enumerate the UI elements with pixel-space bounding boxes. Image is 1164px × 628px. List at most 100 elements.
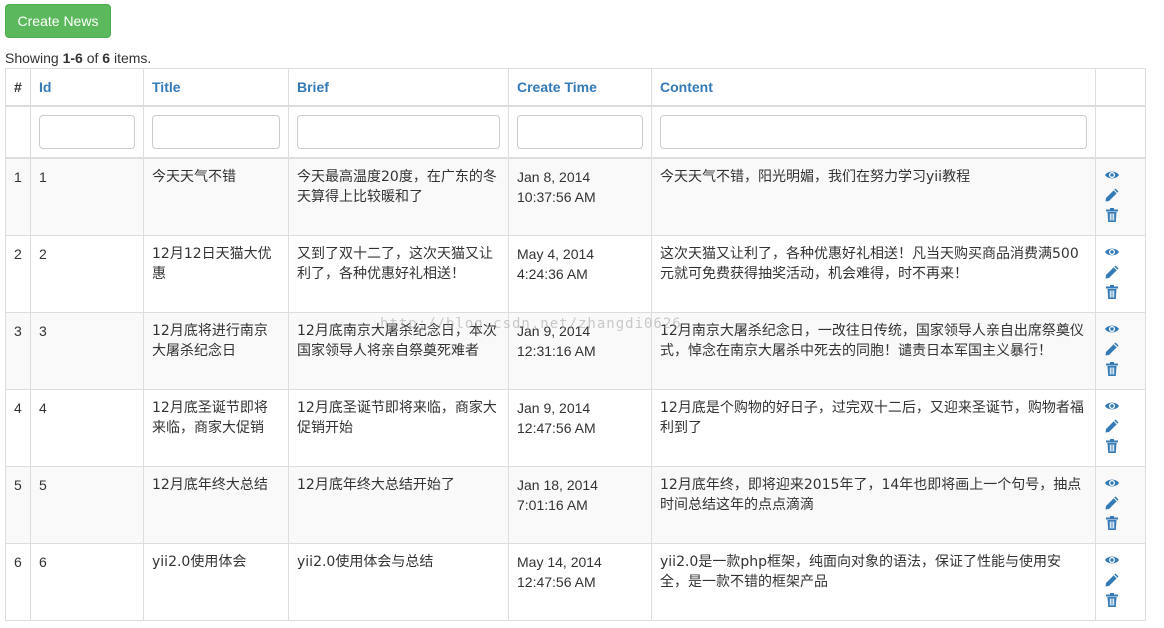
eye-icon	[1104, 398, 1120, 414]
view-button[interactable]	[1104, 244, 1120, 260]
create-date: Jan 9, 2014	[517, 400, 591, 416]
view-button[interactable]	[1104, 475, 1120, 491]
filter-id-input[interactable]	[39, 115, 135, 149]
cell-actions	[1095, 389, 1146, 467]
cell-title: 12月底圣诞节即将来临，商家大促销	[143, 389, 289, 467]
delete-button[interactable]	[1104, 207, 1120, 223]
trash-icon	[1104, 438, 1120, 454]
view-button[interactable]	[1104, 552, 1120, 568]
create-date: Jan 18, 2014	[517, 477, 598, 493]
column-header-actions	[1095, 68, 1146, 107]
cell-actions	[1095, 466, 1146, 544]
view-button[interactable]	[1104, 398, 1120, 414]
update-button[interactable]	[1104, 495, 1120, 511]
filter-brief-input[interactable]	[297, 115, 500, 149]
sort-link-title[interactable]: Title	[152, 79, 181, 95]
cell-title: 今天天气不错	[143, 157, 289, 236]
filter-create-time-input[interactable]	[517, 115, 643, 149]
table-row: 4 4 12月底圣诞节即将来临，商家大促销 12月底圣诞节即将来临，商家大促销开始 Ja…	[5, 389, 1146, 467]
cell-id: 5	[30, 466, 144, 544]
create-news-button[interactable]: Create News	[5, 4, 111, 38]
cell-brief: 又到了双十二了，这次天猫又让利了，各种优惠好礼相送！	[288, 235, 509, 313]
pencil-icon	[1104, 418, 1120, 434]
update-button[interactable]	[1104, 264, 1120, 280]
cell-id: 1	[30, 157, 144, 236]
create-date: May 14, 2014	[517, 554, 602, 570]
delete-button[interactable]	[1104, 284, 1120, 300]
cell-content: yii2.0是一款php框架，纯面向对象的语法，保证了性能与使用安全，是一款不错…	[651, 543, 1096, 621]
cell-serial: 6	[5, 543, 31, 621]
create-date: Jan 8, 2014	[517, 169, 591, 185]
cell-brief: 今天最高温度20度，在广东的冬天算得上比较暖和了	[288, 157, 509, 236]
column-header-id: Id	[30, 68, 144, 107]
cell-brief: 12月底年终大总结开始了	[288, 466, 509, 544]
cell-serial: 4	[5, 389, 31, 467]
summary-range: 1-6	[62, 50, 83, 66]
sort-link-brief[interactable]: Brief	[297, 79, 329, 95]
eye-icon	[1104, 475, 1120, 491]
cell-title: 12月底年终大总结	[143, 466, 289, 544]
sort-link-content[interactable]: Content	[660, 79, 713, 95]
cell-id: 6	[30, 543, 144, 621]
pencil-icon	[1104, 264, 1120, 280]
grid-body: 1 1 今天天气不错 今天最高温度20度，在广东的冬天算得上比较暖和了 Jan 8, 2…	[5, 157, 1146, 621]
table-row: 3 3 12月底将进行南京大屠杀纪念日 12月底南京大屠杀纪念日，本次国家领导人将亲自…	[5, 312, 1146, 390]
filter-cell-id	[30, 105, 144, 159]
column-header-create-time: Create Time	[508, 68, 652, 107]
header-row: # Id Title Brief Create Time Content	[5, 68, 1146, 107]
summary-total: 6	[102, 50, 111, 66]
update-button[interactable]	[1104, 418, 1120, 434]
delete-button[interactable]	[1104, 361, 1120, 377]
pencil-icon	[1104, 341, 1120, 357]
column-header-brief: Brief	[288, 68, 509, 107]
delete-button[interactable]	[1104, 515, 1120, 531]
filter-title-input[interactable]	[152, 115, 280, 149]
cell-title: 12月12日天猫大优惠	[143, 235, 289, 313]
cell-id: 2	[30, 235, 144, 313]
create-date: May 4, 2014	[517, 246, 595, 262]
pencil-icon	[1104, 495, 1120, 511]
cell-content: 12月南京大屠杀纪念日，一改往日传统，国家领导人亲自出席祭奠仪式，悼念在南京大屠…	[651, 312, 1096, 390]
create-time: 12:31:16 AM	[517, 343, 596, 359]
cell-content: 12月底是个购物的好日子，过完双十二后，又迎来圣诞节，购物者福利到了	[651, 389, 1096, 467]
cell-actions	[1095, 157, 1146, 236]
cell-actions	[1095, 235, 1146, 313]
delete-button[interactable]	[1104, 592, 1120, 608]
column-header-content: Content	[651, 68, 1096, 107]
cell-brief: yii2.0使用体会与总结	[288, 543, 509, 621]
column-header-title: Title	[143, 68, 289, 107]
trash-icon	[1104, 207, 1120, 223]
cell-content: 今天天气不错，阳光明媚，我们在努力学习yii教程	[651, 157, 1096, 236]
pencil-icon	[1104, 572, 1120, 588]
cell-serial: 5	[5, 466, 31, 544]
eye-icon	[1104, 321, 1120, 337]
cell-content: 12月底年终，即将迎来2015年了，14年也即将画上一个句号，抽点时间总结这年的…	[651, 466, 1096, 544]
trash-icon	[1104, 515, 1120, 531]
cell-serial: 1	[5, 157, 31, 236]
cell-create-time: Jan 8, 2014 10:37:56 AM	[508, 157, 652, 236]
filter-content-input[interactable]	[660, 115, 1087, 149]
create-date: Jan 9, 2014	[517, 323, 591, 339]
create-time: 7:01:16 AM	[517, 497, 588, 513]
cell-title: 12月底将进行南京大屠杀纪念日	[143, 312, 289, 390]
cell-actions	[1095, 543, 1146, 621]
update-button[interactable]	[1104, 187, 1120, 203]
delete-button[interactable]	[1104, 438, 1120, 454]
sort-link-create-time[interactable]: Create Time	[517, 79, 597, 95]
summary-prefix: Showing	[5, 50, 63, 66]
table-row: 6 6 yii2.0使用体会 yii2.0使用体会与总结 May 14, 2014 12:…	[5, 543, 1146, 621]
column-header-serial: #	[5, 68, 31, 107]
create-time: 12:47:56 AM	[517, 574, 596, 590]
cell-actions	[1095, 312, 1146, 390]
update-button[interactable]	[1104, 341, 1120, 357]
update-button[interactable]	[1104, 572, 1120, 588]
view-button[interactable]	[1104, 321, 1120, 337]
filter-cell-actions	[1095, 105, 1146, 159]
sort-link-id[interactable]: Id	[39, 79, 51, 95]
cell-create-time: Jan 9, 2014 12:31:16 AM	[508, 312, 652, 390]
news-grid: # Id Title Brief Create Time Content 11今…	[5, 68, 1146, 621]
view-button[interactable]	[1104, 167, 1120, 183]
cell-title: yii2.0使用体会	[143, 543, 289, 621]
trash-icon	[1104, 361, 1120, 377]
filter-cell-serial	[5, 105, 31, 159]
